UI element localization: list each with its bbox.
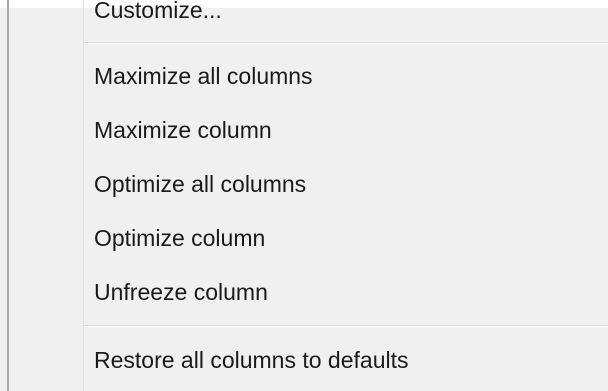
menu-item-restore-all-columns[interactable]: Restore all columns to defaults bbox=[84, 334, 608, 386]
menu-left-border bbox=[7, 0, 9, 391]
context-menu: Customize... Maximize all columns Maximi… bbox=[0, 0, 608, 391]
menu-item-maximize-all-columns[interactable]: Maximize all columns bbox=[84, 50, 608, 102]
menu-separator bbox=[84, 325, 608, 327]
menu-item-optimize-column[interactable]: Optimize column bbox=[84, 212, 608, 264]
menu-item-unfreeze-column[interactable]: Unfreeze column bbox=[84, 266, 608, 318]
menu-item-optimize-all-columns[interactable]: Optimize all columns bbox=[84, 158, 608, 210]
menu-item-maximize-column[interactable]: Maximize column bbox=[84, 104, 608, 156]
menu-separator bbox=[84, 42, 608, 44]
menu-item-customize[interactable]: Customize... bbox=[84, 0, 608, 36]
